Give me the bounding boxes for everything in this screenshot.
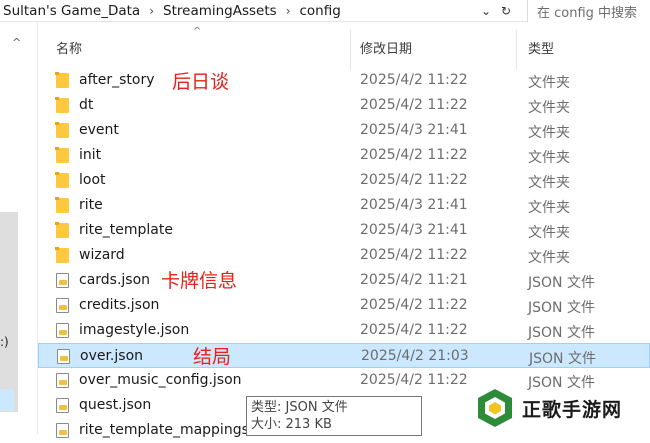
tooltip-size: 大小: 213 KB xyxy=(251,417,332,432)
file-type: JSON 文件 xyxy=(528,300,595,316)
address-bar: Sultan's Game_Data › StreamingAssets › c… xyxy=(0,0,650,22)
folder-icon xyxy=(55,222,69,238)
folder-icon xyxy=(55,247,69,263)
file-row[interactable]: dt 2025/4/2 11:22 文件夹 xyxy=(38,93,650,118)
file-name[interactable]: event xyxy=(79,122,119,138)
file-row[interactable]: after_story 2025/4/2 11:22 文件夹 xyxy=(38,68,650,93)
file-name[interactable]: after_story xyxy=(79,72,155,88)
json-file-icon xyxy=(56,323,69,338)
navigation-pane: ^ :) xyxy=(0,22,38,434)
file-row[interactable]: imagestyle.json 2025/4/2 11:22 JSON 文件 xyxy=(38,318,650,343)
file-date: 2025/4/3 21:41 xyxy=(360,122,468,138)
scroll-up-icon[interactable]: ^ xyxy=(12,36,21,49)
file-name[interactable]: loot xyxy=(79,172,106,188)
file-date: 2025/4/2 11:22 xyxy=(360,147,468,163)
file-tooltip: 类型: JSON 文件 大小: 213 KB xyxy=(246,396,422,436)
file-date: 2025/4/2 11:21 xyxy=(360,272,468,288)
column-name[interactable]: 名称 xyxy=(56,38,82,57)
folder-icon xyxy=(55,97,69,113)
folder-icon xyxy=(55,197,69,213)
file-type: 文件夹 xyxy=(528,200,570,216)
file-type: JSON 文件 xyxy=(528,275,595,291)
sort-ascending-icon: ^ xyxy=(193,26,202,37)
breadcrumb-separator-icon[interactable]: › xyxy=(280,4,297,18)
file-date: 2025/4/2 11:22 xyxy=(360,247,468,263)
file-name[interactable]: init xyxy=(79,147,101,163)
nav-drive-label[interactable]: :) xyxy=(0,335,9,349)
file-row[interactable]: rite 2025/4/3 21:41 文件夹 xyxy=(38,193,650,218)
search-input[interactable]: 在 config 中搜索 xyxy=(527,0,650,22)
breadcrumb-item-game-data[interactable]: Sultan's Game_Data xyxy=(0,3,143,19)
breadcrumb-item-streaming-assets[interactable]: StreamingAssets xyxy=(160,3,280,19)
file-type: 文件夹 xyxy=(528,175,570,191)
file-type: 文件夹 xyxy=(528,250,570,266)
column-header: ^ 名称 修改日期 类型 xyxy=(38,22,650,70)
search-placeholder: 在 config 中搜索 xyxy=(537,5,638,21)
folder-icon xyxy=(55,172,69,188)
watermark: 正歌手游网 xyxy=(474,384,644,432)
watermark-logo-icon xyxy=(478,389,512,427)
file-date: 2025/4/3 21:41 xyxy=(360,197,468,213)
file-row[interactable]: init 2025/4/2 11:22 文件夹 xyxy=(38,143,650,168)
file-type: JSON 文件 xyxy=(528,325,595,341)
file-row[interactable]: rite_template 2025/4/3 21:41 文件夹 xyxy=(38,218,650,243)
folder-icon xyxy=(55,147,69,163)
json-file-icon xyxy=(56,273,69,288)
file-name[interactable]: quest.json xyxy=(79,397,151,413)
file-date: 2025/4/2 11:22 xyxy=(360,97,468,113)
column-date-modified[interactable]: 修改日期 xyxy=(360,38,412,57)
file-row[interactable]: cards.json 2025/4/2 11:21 JSON 文件 xyxy=(38,268,650,293)
file-date: 2025/4/2 11:22 xyxy=(360,72,468,88)
file-type: 文件夹 xyxy=(528,125,570,141)
file-name[interactable]: rite_template xyxy=(79,222,173,238)
file-date: 2025/4/2 11:22 xyxy=(360,322,468,338)
file-name[interactable]: over_music_config.json xyxy=(79,372,242,388)
annotation-cards: 卡牌信息 xyxy=(161,270,238,292)
file-row[interactable]: credits.json 2025/4/2 11:22 JSON 文件 xyxy=(38,293,650,318)
file-name[interactable]: imagestyle.json xyxy=(79,322,189,338)
file-name[interactable]: dt xyxy=(79,97,93,113)
annotation-after-story: 后日谈 xyxy=(172,71,230,93)
file-date: 2025/4/2 11:22 xyxy=(360,172,468,188)
nav-selected-item[interactable] xyxy=(0,389,14,411)
annotation-over: 结局 xyxy=(193,346,232,368)
json-file-icon xyxy=(56,423,69,438)
json-file-icon xyxy=(56,298,69,313)
file-name[interactable]: over.json xyxy=(80,348,143,364)
breadcrumb-separator-icon[interactable]: › xyxy=(143,4,160,18)
file-type: 文件夹 xyxy=(528,150,570,166)
file-name[interactable]: credits.json xyxy=(79,297,159,313)
file-type: 文件夹 xyxy=(528,75,570,91)
file-row[interactable]: event 2025/4/3 21:41 文件夹 xyxy=(38,118,650,143)
chevron-down-icon[interactable]: ⌄ xyxy=(478,4,494,18)
file-type: JSON 文件 xyxy=(529,351,596,367)
file-name[interactable]: rite xyxy=(79,197,103,213)
file-row[interactable]: loot 2025/4/2 11:22 文件夹 xyxy=(38,168,650,193)
column-type[interactable]: 类型 xyxy=(528,38,554,57)
column-divider[interactable] xyxy=(350,30,351,70)
folder-icon xyxy=(55,122,69,138)
tooltip-type: 类型: JSON 文件 xyxy=(251,400,348,415)
file-name[interactable]: rite_template_mappings xyxy=(79,422,249,438)
refresh-icon[interactable]: ↻ xyxy=(498,4,514,18)
file-date: 2025/4/3 21:41 xyxy=(360,222,468,238)
json-file-icon xyxy=(56,373,69,388)
nav-scrollbar[interactable] xyxy=(0,212,18,412)
breadcrumb: Sultan's Game_Data › StreamingAssets › c… xyxy=(0,0,344,22)
file-row[interactable]: wizard 2025/4/2 11:22 文件夹 xyxy=(38,243,650,268)
folder-icon xyxy=(55,72,69,88)
file-date: 2025/4/2 21:03 xyxy=(361,348,469,364)
file-name[interactable]: wizard xyxy=(79,247,125,263)
file-name[interactable]: cards.json xyxy=(79,272,150,288)
file-date: 2025/4/2 11:22 xyxy=(360,372,468,388)
file-type: 文件夹 xyxy=(528,225,570,241)
column-divider[interactable] xyxy=(516,30,517,70)
watermark-text: 正歌手游网 xyxy=(522,398,623,421)
json-file-icon xyxy=(56,398,69,413)
json-file-icon xyxy=(57,349,70,364)
file-type: 文件夹 xyxy=(528,100,570,116)
file-row[interactable]: over.json 2025/4/2 21:03 JSON 文件 xyxy=(38,343,650,368)
breadcrumb-item-config[interactable]: config xyxy=(297,3,344,19)
file-date: 2025/4/2 11:22 xyxy=(360,297,468,313)
